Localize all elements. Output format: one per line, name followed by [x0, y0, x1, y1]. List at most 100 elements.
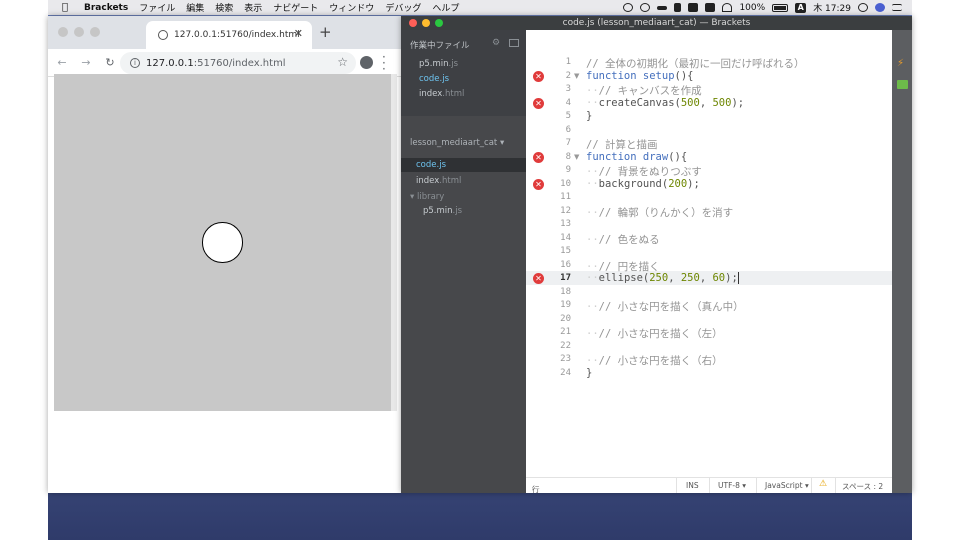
- working-file-index[interactable]: index.html: [419, 89, 464, 99]
- code-comment: // 小さな円を描く（右）: [598, 355, 723, 367]
- menu-navigate[interactable]: ナビゲート: [273, 1, 318, 14]
- battery-icon[interactable]: [772, 3, 789, 12]
- tree-file-p5[interactable]: p5.min.js: [423, 206, 462, 216]
- tree-folder-library[interactable]: ▾ library: [410, 192, 444, 202]
- zoom-window-button[interactable]: [90, 27, 100, 37]
- lint-error-icon[interactable]: ✕: [533, 273, 544, 284]
- profile-avatar-icon[interactable]: [360, 56, 373, 69]
- code-keyword: function: [586, 151, 637, 163]
- browser-tab[interactable]: 127.0.0.1:51760/index.html ✕: [146, 21, 312, 49]
- url-host: 127.0.0.1: [146, 57, 194, 69]
- creative-cloud-icon[interactable]: [640, 3, 651, 12]
- working-file-p5[interactable]: p5.min.js: [419, 59, 458, 69]
- line-number: 20: [560, 314, 571, 324]
- close-window-button[interactable]: [58, 27, 68, 37]
- apple-menu-icon[interactable]: : [62, 2, 76, 13]
- code-punct: (){: [674, 70, 694, 82]
- extension-manager-icon[interactable]: [897, 80, 908, 89]
- url-path: :51760/index.html: [193, 57, 286, 69]
- gear-icon[interactable]: ⚙: [492, 38, 500, 48]
- menu-debug[interactable]: デバッグ: [385, 1, 421, 14]
- menu-help[interactable]: ヘルプ: [432, 1, 459, 14]
- address-bar[interactable]: i 127.0.0.1:51760/index.html ☆: [120, 52, 356, 74]
- tree-file-index[interactable]: index.html: [416, 176, 461, 186]
- project-dropdown[interactable]: lesson_mediaart_cat ▾: [410, 138, 504, 148]
- code-editor[interactable]: 1 2 3 4 5 6 7 8 9 10 11 12 13 14 15 16 1…: [526, 30, 892, 477]
- fold-arrow-icon[interactable]: ▼: [574, 153, 579, 161]
- record-icon[interactable]: [623, 3, 634, 12]
- lint-error-icon[interactable]: ✕: [533, 179, 544, 190]
- lint-error-icon[interactable]: ✕: [533, 98, 544, 109]
- code-punct: (){: [668, 151, 688, 163]
- menu-edit[interactable]: 編集: [186, 1, 204, 14]
- clipboard-icon[interactable]: [674, 3, 682, 12]
- minimize-window-button[interactable]: [74, 27, 84, 37]
- menu-app-name[interactable]: Brackets: [84, 3, 128, 13]
- code-number: 500: [712, 97, 732, 109]
- status-divider: [835, 478, 836, 493]
- folder-expand-icon: ▾: [410, 192, 417, 202]
- split-view-icon[interactable]: [509, 39, 519, 47]
- chevron-down-icon: ▾: [499, 138, 505, 148]
- code-comment: // 小さな円を描く（左）: [598, 328, 723, 340]
- menu-window[interactable]: ウィンドウ: [329, 1, 374, 14]
- fold-arrow-icon[interactable]: ▼: [574, 72, 579, 80]
- code-line-4: ··createCanvas(500, 500);: [586, 97, 745, 109]
- notification-center-icon[interactable]: [892, 4, 902, 11]
- new-tab-button[interactable]: +: [319, 23, 332, 41]
- forward-arrow-icon[interactable]: →: [76, 56, 96, 69]
- working-file-name: index: [419, 89, 443, 99]
- menu-file[interactable]: ファイル: [139, 1, 175, 14]
- lint-error-icon[interactable]: ✕: [533, 152, 544, 163]
- back-arrow-icon[interactable]: ←: [52, 56, 72, 69]
- indent-setting[interactable]: スペース : 2: [842, 481, 883, 492]
- page-viewport: [48, 74, 401, 493]
- insert-mode-toggle[interactable]: INS: [686, 481, 699, 490]
- line-number: 24: [560, 368, 571, 378]
- menu-clock[interactable]: 木 17:29: [813, 1, 851, 14]
- editor-status-bar: 行 17, 列 25 — 24 行 INS UTF-8 ▾ JavaScript…: [526, 477, 892, 493]
- dash-icon[interactable]: [657, 5, 668, 10]
- bell-icon[interactable]: [688, 3, 699, 12]
- airplay-icon[interactable]: [705, 3, 716, 12]
- tree-file-code[interactable]: code.js: [416, 160, 446, 170]
- editor-minimize-button[interactable]: [422, 19, 430, 27]
- editor-window-title: code.js (lesson_mediaart_cat) — Brackets: [562, 18, 751, 28]
- menu-find[interactable]: 検索: [215, 1, 233, 14]
- menu-view[interactable]: 表示: [244, 1, 262, 14]
- code-number: 200: [668, 178, 688, 190]
- p5-sketch-canvas[interactable]: [54, 74, 391, 411]
- language-dropdown[interactable]: JavaScript ▾: [765, 481, 809, 490]
- line-number: 23: [560, 354, 571, 364]
- working-file-code[interactable]: code.js: [419, 74, 449, 84]
- line-number: 4: [565, 98, 571, 108]
- live-preview-icon[interactable]: ⚡: [897, 59, 908, 69]
- lint-warning-icon[interactable]: ⚠: [819, 479, 827, 489]
- input-source-badge[interactable]: A: [795, 2, 807, 13]
- reload-icon[interactable]: ↻: [100, 56, 120, 69]
- code-function-name: setup: [642, 70, 675, 82]
- code-number: 250: [649, 272, 669, 284]
- menu-kebab-icon[interactable]: · · ·: [382, 51, 386, 75]
- close-tab-icon[interactable]: ✕: [294, 27, 303, 40]
- browser-window: 127.0.0.1:51760/index.html ✕ + ← → ↻ i 1…: [48, 16, 401, 493]
- line-number: 22: [560, 341, 571, 351]
- editor-zoom-button[interactable]: [435, 19, 443, 27]
- spotlight-icon[interactable]: [858, 3, 868, 12]
- bookmark-star-icon[interactable]: ☆: [337, 55, 348, 69]
- lint-error-icon[interactable]: ✕: [533, 71, 544, 82]
- encoding-dropdown[interactable]: UTF-8 ▾: [718, 481, 746, 490]
- right-toolbar: ⚡: [892, 30, 912, 493]
- code-comment: // 輪郭（りんかく）を消す: [598, 207, 734, 219]
- code-punct: }: [586, 110, 593, 122]
- wifi-icon[interactable]: [722, 3, 733, 12]
- siri-icon[interactable]: [875, 3, 885, 12]
- tree-file-ext: .js: [436, 160, 447, 170]
- page-scrollbar[interactable]: [391, 74, 397, 411]
- editor-close-button[interactable]: [409, 19, 417, 27]
- line-number: 19: [560, 300, 571, 310]
- site-info-icon[interactable]: i: [130, 58, 140, 68]
- code-number: 60: [712, 272, 726, 284]
- code-function-name: draw: [642, 151, 669, 163]
- code-line-23: ··// 小さな円を描く（右）: [586, 355, 723, 367]
